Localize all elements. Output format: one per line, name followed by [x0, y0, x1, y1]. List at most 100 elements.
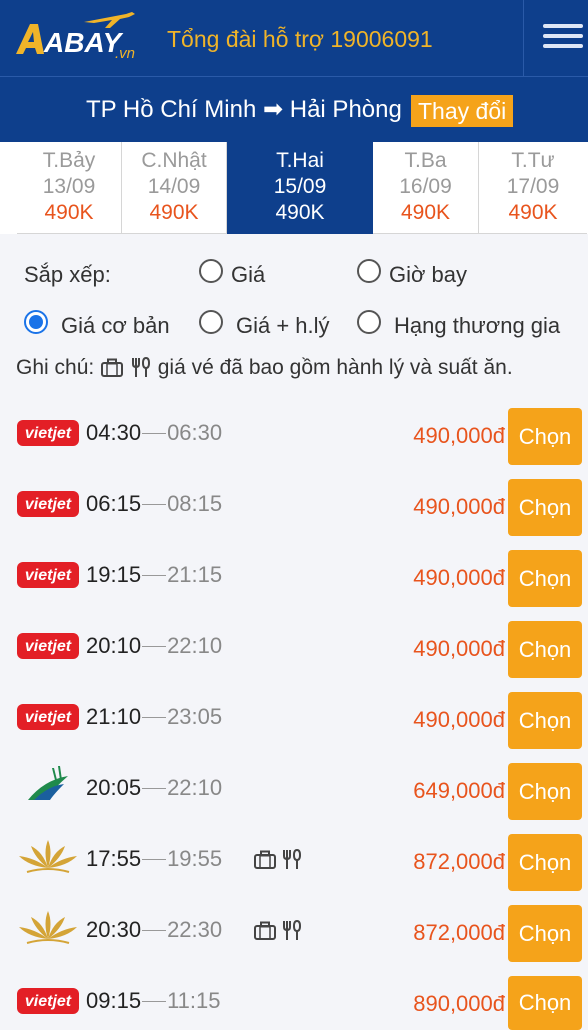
choose-flight-button[interactable]: Chọn: [508, 834, 582, 891]
flight-times: 21:10 23:05: [86, 704, 222, 730]
date-tab[interactable]: T.Tư 17/09 490K: [479, 142, 587, 234]
flight-times: 17:55 19:55: [86, 846, 222, 872]
flight-price: 490,000đ: [413, 565, 505, 590]
vietnam-airlines-lotus-logo: [19, 911, 77, 944]
choose-flight-button[interactable]: Chọn: [508, 692, 582, 749]
date-tab[interactable]: T.Ba 16/09 490K: [373, 142, 479, 234]
vietjet-logo: vietjet: [17, 491, 79, 517]
luggage-icon: [254, 921, 276, 940]
date-tab-price: 490K: [400, 201, 451, 224]
arrival-time: 08:15: [167, 491, 223, 516]
fare-note: Ghi chú: giá vé đã bao gồm hành lý và su…: [16, 356, 513, 380]
vietjet-logo: vietjet: [17, 562, 79, 588]
sort-radio-business[interactable]: [357, 310, 381, 334]
hamburger-menu-icon[interactable]: [523, 0, 588, 76]
choose-flight-button[interactable]: Chọn: [508, 479, 582, 536]
svg-text:vietjet: vietjet: [25, 496, 72, 513]
flight-row: vietjet 20:10 22:10 490,000đ Chọn: [0, 621, 588, 692]
svg-text:vietjet: vietjet: [25, 993, 72, 1010]
flight-times: 06:15 08:15: [86, 491, 222, 517]
abay-logo[interactable]: ABAY .vn: [14, 8, 142, 66]
sort-option-label[interactable]: Giờ bay: [389, 262, 467, 288]
sort-radio-price[interactable]: [199, 259, 223, 283]
choose-flight-button[interactable]: Chọn: [508, 550, 582, 607]
logo-text: ABAY: [43, 27, 124, 58]
date-tab-price: 490K: [44, 201, 94, 224]
sort-option-label[interactable]: Giá: [231, 262, 265, 288]
luggage-icon: [101, 358, 124, 377]
date-tab-price: 490K: [275, 201, 325, 224]
date-tab[interactable]: T.Bảy 13/09 490K: [17, 142, 122, 234]
logo-suffix: .vn: [115, 45, 135, 62]
date-tab-date: 17/09: [506, 175, 560, 198]
meal-icon: [283, 848, 302, 869]
date-tab-price: 490K: [508, 201, 558, 224]
departure-time: 04:30: [86, 420, 142, 445]
flight-row: vietjet 19:15 21:15 490,000đ Chọn: [0, 550, 588, 621]
flight-row: vietjet 21:10 23:05 490,000đ Chọn: [0, 692, 588, 763]
sort-radio-base-price[interactable]: [24, 310, 48, 334]
bamboo-airways-logo: [28, 766, 68, 800]
arrival-time: 11:15: [167, 988, 221, 1013]
flight-times: 20:30 22:30: [86, 917, 222, 943]
meal-icon: [131, 356, 150, 377]
date-tab-date: 16/09: [399, 175, 452, 198]
change-route-button[interactable]: Thay đổi: [411, 95, 514, 127]
vietjet-logo: vietjet: [17, 633, 79, 659]
vietjet-logo: vietjet: [17, 420, 79, 446]
sort-radio-time[interactable]: [357, 259, 381, 283]
choose-flight-button[interactable]: Chọn: [508, 621, 582, 678]
date-tab-day: T.Hai: [276, 149, 324, 172]
arrival-time: 06:30: [167, 420, 223, 445]
choose-flight-button[interactable]: Chọn: [508, 763, 582, 820]
departure-time: 09:15: [86, 988, 142, 1013]
flight-price: 872,000đ: [413, 920, 505, 945]
flight-price: 490,000đ: [413, 707, 505, 732]
date-tab-active[interactable]: T.Hai 15/09 490K: [227, 142, 373, 234]
choose-flight-button[interactable]: Chọn: [508, 408, 582, 465]
meal-icon: [283, 919, 302, 940]
sort-label: Sắp xếp:: [24, 262, 111, 287]
flight-row: 20:05 22:10 649,000đ Chọn: [0, 763, 588, 834]
amenities: [253, 919, 303, 946]
arrival-time: 22:10: [167, 775, 223, 800]
choose-flight-button[interactable]: Chọn: [508, 976, 582, 1030]
arrival-time: 22:30: [167, 917, 223, 942]
flight-price: 890,000đ: [413, 991, 505, 1016]
note-prefix: Ghi chú:: [16, 356, 95, 379]
vietjet-logo: vietjet: [17, 988, 79, 1014]
departure-time: 21:10: [86, 704, 142, 729]
departure-time: 06:15: [86, 491, 142, 516]
route-arrow-icon: ➡: [262, 96, 284, 123]
flight-price: 872,000đ: [413, 849, 505, 874]
flight-times: 19:15 21:15: [86, 562, 222, 588]
flight-times: 04:30 06:30: [86, 420, 222, 446]
svg-text:vietjet: vietjet: [25, 638, 72, 655]
svg-text:vietjet: vietjet: [25, 709, 72, 726]
date-tab-date: 13/09: [42, 175, 96, 198]
flight-row: 17:55 19:55 872,000đ Chọn: [0, 834, 588, 905]
sort-option-label[interactable]: Giá cơ bản: [61, 313, 170, 339]
app-header: ABAY .vn Tổng đài hỗ trợ 19006091: [0, 0, 588, 76]
flight-price: 649,000đ: [413, 778, 505, 803]
hotline-text[interactable]: Tổng đài hỗ trợ 19006091: [167, 26, 433, 53]
departure-time: 17:55: [86, 846, 142, 871]
choose-flight-button[interactable]: Chọn: [508, 905, 582, 962]
arrival-time: 23:05: [167, 704, 223, 729]
date-tab[interactable]: C.Nhật 14/09 490K: [122, 142, 227, 234]
departure-time: 20:10: [86, 633, 142, 658]
flight-price: 490,000đ: [413, 494, 505, 519]
arrival-time: 19:55: [167, 846, 223, 871]
route-destination: Hải Phòng: [289, 96, 402, 123]
vietjet-logo: vietjet: [17, 704, 79, 730]
flight-row: vietjet 09:15 11:15 890,000đ Chọn: [0, 976, 588, 1030]
flight-row: vietjet 04:30 06:30 490,000đ Chọn: [0, 408, 588, 479]
date-tab-day: C.Nhật: [141, 149, 207, 172]
flight-row: vietjet 06:15 08:15 490,000đ Chọn: [0, 479, 588, 550]
sort-option-label[interactable]: Hạng thương gia: [394, 313, 560, 339]
arrival-time: 21:15: [167, 562, 223, 587]
note-text: giá vé đã bao gồm hành lý và suất ăn.: [157, 356, 513, 379]
sort-radio-price-luggage[interactable]: [199, 310, 223, 334]
departure-time: 19:15: [86, 562, 142, 587]
sort-option-label[interactable]: Giá + h.lý: [236, 313, 330, 339]
